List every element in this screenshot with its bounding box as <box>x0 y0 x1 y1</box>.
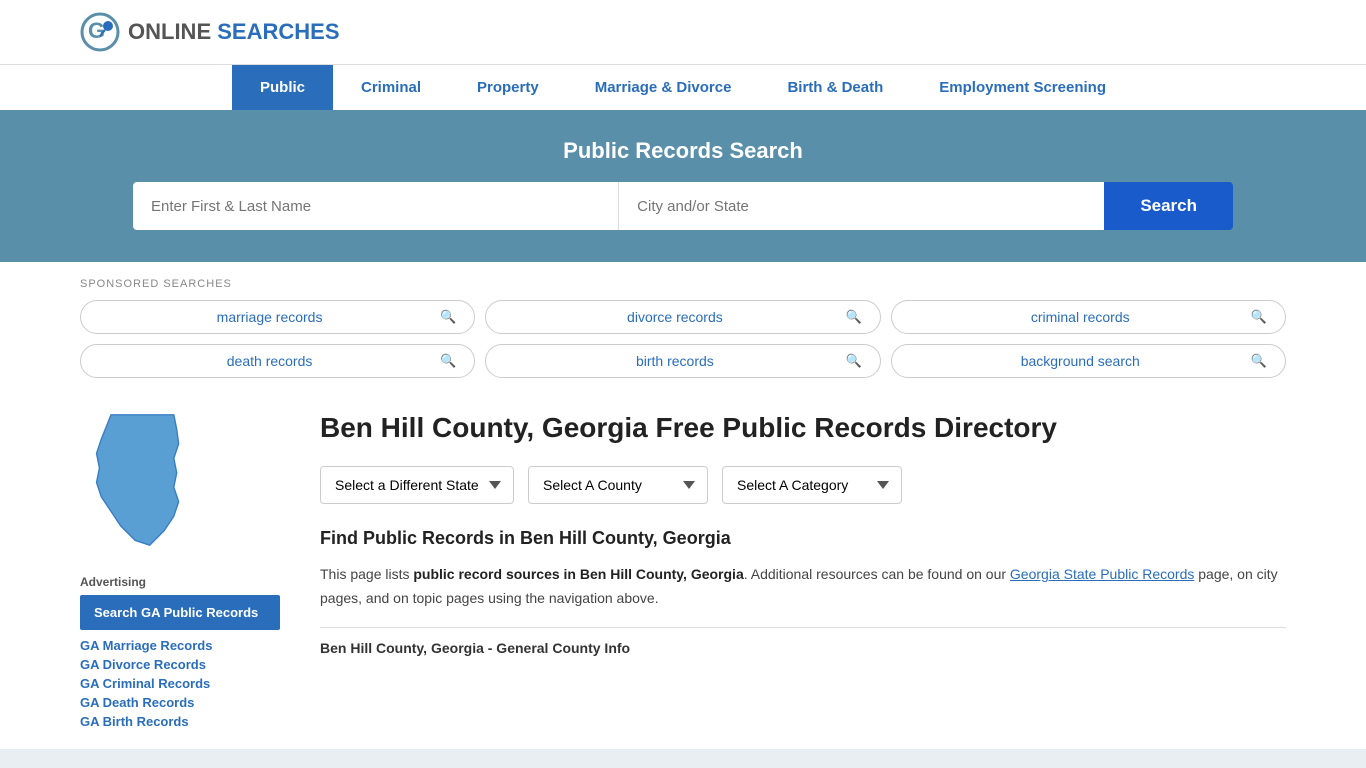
logo[interactable]: G ONLINE SEARCHES <box>80 12 340 52</box>
name-input[interactable] <box>133 182 618 230</box>
search-button[interactable]: Search <box>1104 182 1233 230</box>
nav-property[interactable]: Property <box>449 65 567 110</box>
nav-birth-death[interactable]: Birth & Death <box>759 65 911 110</box>
nav-marriage-divorce[interactable]: Marriage & Divorce <box>567 65 760 110</box>
category-dropdown[interactable]: Select A Category <box>722 466 902 504</box>
sponsored-text-background: background search <box>910 353 1251 369</box>
nav-criminal[interactable]: Criminal <box>333 65 449 110</box>
sidebar-links: GA Marriage Records GA Divorce Records G… <box>80 638 280 729</box>
sponsored-grid: marriage records 🔍 divorce records 🔍 cri… <box>80 300 1286 378</box>
location-input[interactable] <box>618 182 1104 230</box>
county-dropdown[interactable]: Select A County <box>528 466 708 504</box>
sponsored-text-birth: birth records <box>504 353 845 369</box>
sidebar-link-1[interactable]: GA Divorce Records <box>80 657 280 672</box>
header: G ONLINE SEARCHES <box>0 0 1366 64</box>
search-icon-1: 🔍 <box>440 309 456 325</box>
search-icon-4: 🔍 <box>440 353 456 369</box>
description-text: This page lists public record sources in… <box>320 563 1286 611</box>
georgia-map-svg <box>80 410 200 550</box>
ad-box[interactable]: Search GA Public Records <box>80 595 280 630</box>
nav-public[interactable]: Public <box>232 65 333 110</box>
main-content: SPONSORED SEARCHES marriage records 🔍 di… <box>0 262 1366 749</box>
sponsored-text-death: death records <box>99 353 440 369</box>
state-dropdown[interactable]: Select a Different State <box>320 466 514 504</box>
sidebar-link-2[interactable]: GA Criminal Records <box>80 676 280 691</box>
sponsored-section: SPONSORED SEARCHES marriage records 🔍 di… <box>0 262 1366 390</box>
state-records-link[interactable]: Georgia State Public Records <box>1010 566 1194 582</box>
nav-employment[interactable]: Employment Screening <box>911 65 1134 110</box>
sponsored-item-background[interactable]: background search 🔍 <box>891 344 1286 378</box>
svg-text:G: G <box>88 18 105 43</box>
search-icon-2: 🔍 <box>845 309 861 325</box>
sidebar-link-3[interactable]: GA Death Records <box>80 695 280 710</box>
sidebar: Advertising Search GA Public Records GA … <box>80 390 300 749</box>
dropdowns-row: Select a Different State Select A County… <box>320 466 1286 504</box>
sponsored-item-marriage[interactable]: marriage records 🔍 <box>80 300 475 334</box>
sponsored-item-death[interactable]: death records 🔍 <box>80 344 475 378</box>
main-nav: Public Criminal Property Marriage & Divo… <box>0 64 1366 110</box>
sponsored-text-criminal: criminal records <box>910 309 1251 325</box>
strong-text: public record sources in Ben Hill County… <box>413 566 743 582</box>
search-bar: Search <box>133 182 1233 230</box>
hero-section: Public Records Search Search <box>0 110 1366 262</box>
advertising-label: Advertising <box>80 575 280 589</box>
page-title: Ben Hill County, Georgia Free Public Rec… <box>320 410 1286 446</box>
sidebar-link-4[interactable]: GA Birth Records <box>80 714 280 729</box>
find-title: Find Public Records in Ben Hill County, … <box>320 528 1286 549</box>
sidebar-link-0[interactable]: GA Marriage Records <box>80 638 280 653</box>
sponsored-item-criminal[interactable]: criminal records 🔍 <box>891 300 1286 334</box>
state-map <box>80 410 280 555</box>
logo-icon: G <box>80 12 120 52</box>
county-info-title: Ben Hill County, Georgia - General Count… <box>320 627 1286 656</box>
sponsored-text-divorce: divorce records <box>504 309 845 325</box>
search-icon-3: 🔍 <box>1251 309 1267 325</box>
logo-text: ONLINE SEARCHES <box>128 19 340 45</box>
content-right: Ben Hill County, Georgia Free Public Rec… <box>300 390 1286 749</box>
sponsored-item-divorce[interactable]: divorce records 🔍 <box>485 300 880 334</box>
sponsored-item-birth[interactable]: birth records 🔍 <box>485 344 880 378</box>
sponsored-label: SPONSORED SEARCHES <box>80 278 1286 290</box>
search-icon-5: 🔍 <box>845 353 861 369</box>
search-icon-6: 🔍 <box>1251 353 1267 369</box>
two-col-layout: Advertising Search GA Public Records GA … <box>0 390 1366 749</box>
hero-title: Public Records Search <box>80 138 1286 164</box>
sponsored-text-marriage: marriage records <box>99 309 440 325</box>
